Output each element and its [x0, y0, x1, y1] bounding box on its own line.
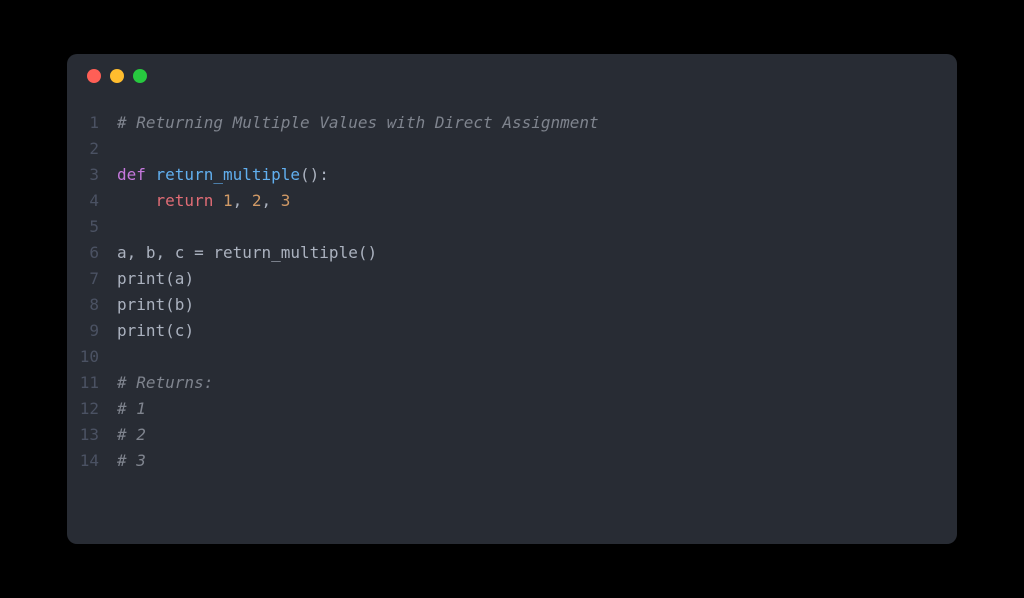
- code-content: # 3: [117, 448, 957, 474]
- code-token: [117, 191, 156, 210]
- line-number: 2: [67, 136, 117, 162]
- close-icon[interactable]: [87, 69, 101, 83]
- code-window: 1# Returning Multiple Values with Direct…: [67, 54, 957, 544]
- code-token: print: [117, 269, 165, 288]
- code-content: def return_multiple():: [117, 162, 957, 188]
- code-token: return: [156, 191, 223, 210]
- line-number: 4: [67, 188, 117, 214]
- code-token: # 1: [117, 399, 146, 418]
- code-token: # 2: [117, 425, 146, 444]
- code-line: 5: [67, 214, 957, 240]
- line-number: 11: [67, 370, 117, 396]
- code-line: 10: [67, 344, 957, 370]
- code-token: 1: [223, 191, 233, 210]
- line-number: 1: [67, 110, 117, 136]
- code-token: ():: [300, 165, 329, 184]
- line-number: 5: [67, 214, 117, 240]
- code-token: # Returns:: [117, 373, 213, 392]
- code-content: # 1: [117, 396, 957, 422]
- code-line: 7print(a): [67, 266, 957, 292]
- code-content: print(c): [117, 318, 957, 344]
- code-token: # Returning Multiple Values with Direct …: [117, 113, 599, 132]
- line-number: 13: [67, 422, 117, 448]
- code-token: def: [117, 165, 156, 184]
- line-number: 10: [67, 344, 117, 370]
- code-token: ,: [233, 191, 252, 210]
- code-content: print(a): [117, 266, 957, 292]
- code-token: print: [117, 295, 165, 314]
- code-line: 9print(c): [67, 318, 957, 344]
- code-line: 14# 3: [67, 448, 957, 474]
- code-line: 11# Returns:: [67, 370, 957, 396]
- code-token: (b): [165, 295, 194, 314]
- line-number: 12: [67, 396, 117, 422]
- code-token: # 3: [117, 451, 146, 470]
- code-content: # Returns:: [117, 370, 957, 396]
- code-line: 3def return_multiple():: [67, 162, 957, 188]
- code-content: a, b, c = return_multiple(): [117, 240, 957, 266]
- code-token: (a): [165, 269, 194, 288]
- maximize-icon[interactable]: [133, 69, 147, 83]
- code-content: # 2: [117, 422, 957, 448]
- code-token: 3: [281, 191, 291, 210]
- line-number: 14: [67, 448, 117, 474]
- minimize-icon[interactable]: [110, 69, 124, 83]
- code-content: return 1, 2, 3: [117, 188, 957, 214]
- code-token: ,: [262, 191, 281, 210]
- code-line: 13# 2: [67, 422, 957, 448]
- code-line: 8print(b): [67, 292, 957, 318]
- code-content: # Returning Multiple Values with Direct …: [117, 110, 957, 136]
- window-titlebar: [67, 54, 957, 98]
- code-token: (c): [165, 321, 194, 340]
- code-content: print(b): [117, 292, 957, 318]
- code-token: print: [117, 321, 165, 340]
- code-line: 4 return 1, 2, 3: [67, 188, 957, 214]
- code-line: 2: [67, 136, 957, 162]
- code-line: 1# Returning Multiple Values with Direct…: [67, 110, 957, 136]
- code-token: return_multiple: [156, 165, 301, 184]
- line-number: 9: [67, 318, 117, 344]
- code-line: 12# 1: [67, 396, 957, 422]
- code-token: a, b, c: [117, 243, 194, 262]
- code-token: =: [194, 243, 204, 262]
- line-number: 6: [67, 240, 117, 266]
- code-token: return_multiple(): [204, 243, 377, 262]
- code-line: 6a, b, c = return_multiple(): [67, 240, 957, 266]
- line-number: 8: [67, 292, 117, 318]
- line-number: 7: [67, 266, 117, 292]
- line-number: 3: [67, 162, 117, 188]
- code-editor: 1# Returning Multiple Values with Direct…: [67, 98, 957, 486]
- code-token: 2: [252, 191, 262, 210]
